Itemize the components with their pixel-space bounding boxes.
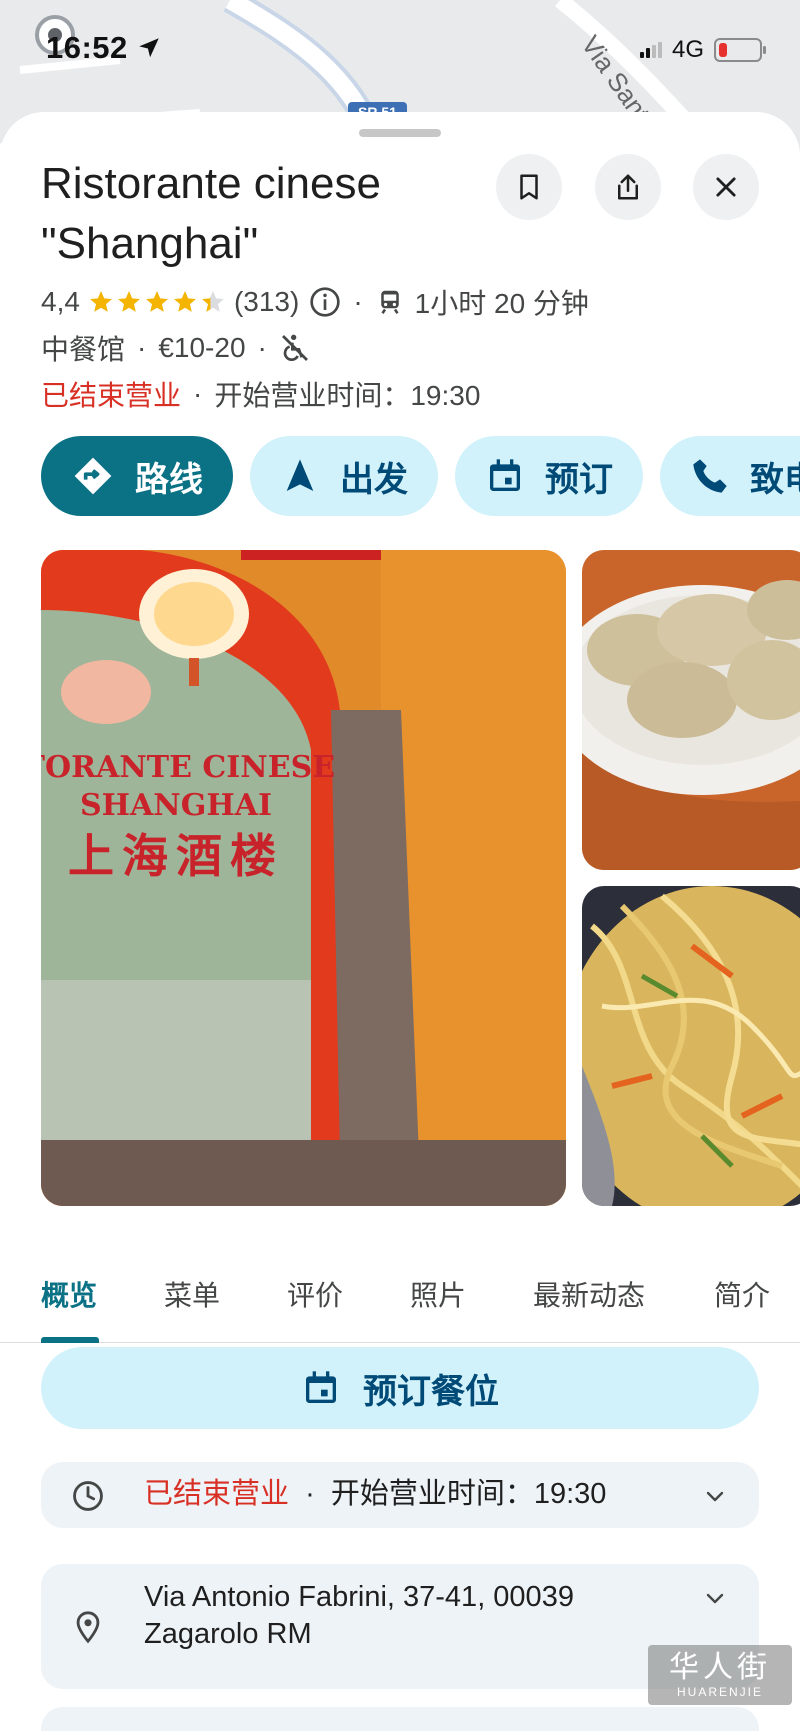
hours-summary-row: 已结束营业 · 开始营业时间：19:30	[41, 374, 480, 414]
close-icon	[716, 177, 736, 197]
status-bar: 16:52 4G	[0, 0, 800, 100]
price-range: €10-20	[158, 332, 246, 363]
watermark-latin: HUARENJIE	[676, 1685, 763, 1699]
closed-status: 已结束营业	[41, 380, 182, 411]
sign-text: STORANTE CINESE SHANGHAI 上海酒楼	[41, 750, 336, 886]
place-sheet: Ristorante cinese "Shanghai" 4,4 (313) ·…	[0, 112, 800, 1731]
clock-icon	[73, 1481, 103, 1511]
separator-dot: ·	[353, 286, 363, 317]
place-title: Ristorante cinese "Shanghai"	[41, 159, 381, 268]
info-icon[interactable]	[309, 286, 341, 318]
phone-icon	[693, 459, 727, 493]
start-button[interactable]: 出发	[250, 436, 438, 516]
address-line-2: Zagarolo RM	[144, 1618, 312, 1650]
star-icon	[146, 291, 168, 312]
battery-icon	[714, 38, 766, 62]
sign-line-1: STORANTE CINESE	[41, 750, 336, 785]
reserve-chip-button[interactable]: 预订	[455, 436, 643, 516]
star-icon	[174, 291, 196, 312]
tab-menu[interactable]: 菜单	[164, 1274, 220, 1314]
wheelchair-not-accessible-icon	[281, 334, 308, 361]
status-right: 4G	[639, 36, 766, 64]
noodles-image	[582, 886, 800, 1206]
star-icon	[202, 291, 224, 312]
transit-time: 1小时 20 分钟	[414, 288, 589, 319]
tab-photos[interactable]: 照片	[410, 1274, 466, 1314]
status-time: 16:52	[46, 30, 128, 65]
battery-fill	[719, 43, 727, 57]
reserve-chip-label: 预订	[545, 460, 613, 499]
separator-dot: ·	[137, 332, 147, 363]
signal-icon	[639, 42, 662, 58]
train-icon	[380, 290, 399, 314]
watermark-chinese: 华人街	[669, 1650, 771, 1685]
close-button[interactable]	[693, 154, 759, 220]
reserve-table-label: 预订餐位	[363, 1372, 499, 1411]
section-tabs: 概览 菜单 评价 照片 最新动态 简介	[0, 1264, 800, 1343]
review-count[interactable]: (313)	[234, 286, 299, 318]
calendar-icon	[490, 459, 520, 491]
separator-dot: ·	[193, 378, 203, 409]
star-icon	[90, 291, 112, 312]
address-line-1: Via Antonio Fabrini, 37-41, 00039	[144, 1581, 574, 1613]
share-button[interactable]	[595, 154, 661, 220]
tab-updates[interactable]: 最新动态	[533, 1274, 645, 1314]
navigation-arrow-icon	[286, 459, 314, 491]
photo-noodles[interactable]	[582, 886, 800, 1206]
tab-reviews[interactable]: 评价	[287, 1274, 343, 1314]
opens-time: 开始营业时间：19:30	[214, 380, 481, 411]
sign-line-3: 上海酒楼	[68, 829, 284, 883]
reserve-table-button[interactable]: 预订餐位	[41, 1347, 759, 1429]
sign-line-2: SHANGHAI	[80, 788, 272, 823]
tab-about[interactable]: 简介	[714, 1274, 770, 1314]
location-pin-icon	[76, 1611, 100, 1644]
dumplings-image	[582, 550, 800, 870]
separator-dot: ·	[257, 332, 267, 363]
rating-stars	[88, 289, 226, 315]
hours-closed-status: 已结束营业	[144, 1478, 290, 1510]
address-text: Via Antonio Fabrini, 37-41, 00039 Zagaro…	[144, 1579, 574, 1653]
separator-dot: ·	[305, 1478, 315, 1510]
photo-dumplings[interactable]	[582, 550, 800, 870]
rating-value: 4,4	[41, 286, 80, 317]
network-type: 4G	[671, 36, 704, 63]
tab-overview[interactable]: 概览	[41, 1274, 97, 1314]
star-icon	[118, 291, 140, 312]
chevron-down-icon[interactable]	[703, 1586, 727, 1610]
directions-icon	[74, 457, 112, 495]
drag-handle[interactable]	[359, 129, 441, 137]
category-row: 中餐馆 · €10-20 ·	[41, 328, 311, 368]
status-time-group: 16:52	[46, 30, 162, 66]
start-label: 出发	[340, 460, 408, 499]
active-tab-indicator	[41, 1337, 99, 1343]
calendar-icon	[306, 1371, 336, 1403]
hours-text: 已结束营业 · 开始营业时间：19:30	[144, 1476, 606, 1513]
directions-button[interactable]: 路线	[41, 436, 233, 516]
call-label: 致电	[750, 460, 800, 499]
call-button[interactable]: 致电	[660, 436, 800, 516]
share-icon	[618, 174, 638, 200]
save-button[interactable]	[496, 154, 562, 220]
bookmark-icon	[520, 174, 538, 200]
photo-storefront[interactable]: STORANTE CINESE SHANGHAI 上海酒楼	[41, 550, 566, 1206]
next-info-card[interactable]	[41, 1707, 759, 1731]
watermark: 华人街 HUARENJIE	[648, 1645, 792, 1705]
hours-card[interactable]: 已结束营业 · 开始营业时间：19:30	[41, 1462, 759, 1528]
directions-label: 路线	[135, 460, 203, 499]
place-category: 中餐馆	[41, 334, 126, 365]
location-arrow-icon	[139, 38, 159, 58]
hours-opens-time: 开始营业时间：19:30	[330, 1478, 607, 1510]
chevron-down-icon[interactable]	[703, 1484, 727, 1508]
rating-row: 4,4 (313) · 1小时 20 分钟	[41, 282, 589, 322]
action-chips: 路线 出发 预订 致电	[41, 436, 800, 516]
